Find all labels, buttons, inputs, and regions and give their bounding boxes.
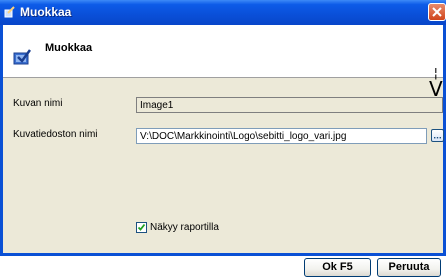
edit-icon bbox=[4, 6, 15, 18]
image-file-label: Kuvatiedoston nimi bbox=[13, 129, 98, 140]
close-icon bbox=[432, 7, 442, 17]
header-title: Muokkaa bbox=[45, 42, 93, 54]
checkmark-icon bbox=[137, 223, 146, 231]
title-bar[interactable]: Muokkaa bbox=[0, 0, 446, 25]
browse-button[interactable] bbox=[431, 129, 444, 142]
dialog-body: Muokkaa ¦ V Kuvan nimi Image1 Kuvatiedos… bbox=[3, 25, 444, 277]
window-title: Muokkaa bbox=[20, 5, 72, 19]
edit-document-icon bbox=[13, 49, 31, 65]
dialog-window: Muokkaa Muokkaa ¦ V Kuvan nimi Image1 Ku… bbox=[0, 0, 446, 277]
image-name-label: Kuvan nimi bbox=[13, 98, 63, 109]
cancel-button[interactable]: Peruuta bbox=[377, 258, 441, 277]
close-button[interactable] bbox=[428, 3, 446, 21]
header-marker: ¦ V bbox=[429, 66, 443, 101]
ellipsis-icon bbox=[434, 137, 441, 139]
header-band: Muokkaa bbox=[3, 25, 443, 78]
ok-button[interactable]: Ok F5 bbox=[304, 258, 371, 277]
visible-in-report-checkbox[interactable] bbox=[136, 222, 147, 233]
image-name-field[interactable]: Image1 bbox=[136, 97, 443, 113]
visible-in-report-label: Näkyy raportilla bbox=[150, 222, 219, 233]
image-file-field[interactable]: V:\DOC\Markkinointi\Logo\sebitti_logo_va… bbox=[136, 128, 427, 144]
